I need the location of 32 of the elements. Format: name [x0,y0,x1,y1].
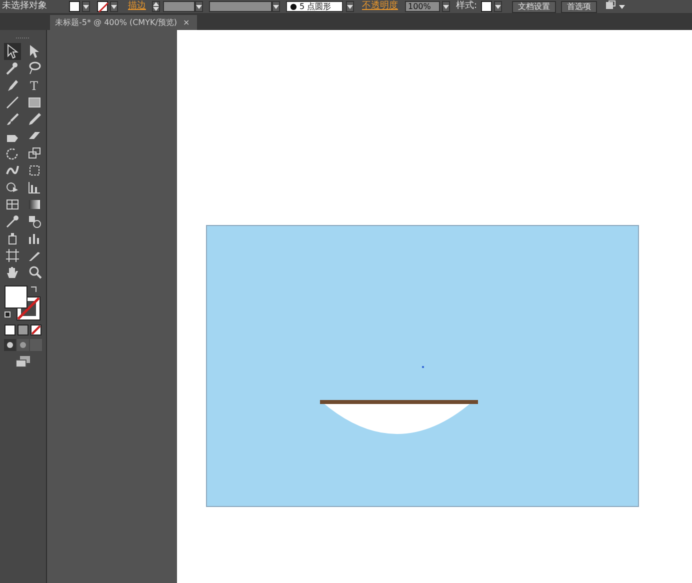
toolbar-button[interactable]: 文档设置 [512,0,556,12]
dropdown-button[interactable] [494,1,502,12]
dropdown-button[interactable] [442,1,450,12]
variable-width-field[interactable] [209,1,272,12]
dropdown-button[interactable] [195,1,203,12]
tab-title: 未标题-5* @ 400% (CMYK/预览) [55,16,178,28]
document-tab[interactable]: 未标题-5* @ 400% (CMYK/预览) × [50,15,197,30]
artboard-icon[interactable] [4,247,20,264]
bar-graph-icon[interactable] [26,179,42,196]
caret-icon[interactable] [619,4,626,8]
stroke-link[interactable]: 描边 [128,0,146,13]
type-tool-icon[interactable]: T [26,77,42,94]
fill-swatch[interactable] [69,1,80,12]
draw-mode-icon[interactable] [4,336,42,351]
magic-wand-icon[interactable] [4,60,20,77]
dropdown-button[interactable] [110,1,118,12]
eyedropper-icon[interactable] [4,213,20,230]
stroke-swatch[interactable] [97,1,108,12]
selection-status: 未选择对象 [2,0,47,13]
dropdown-button[interactable] [272,1,280,12]
grip-icon [16,36,30,40]
dropdown-button[interactable] [346,1,354,12]
style-label: 样式: [456,0,478,13]
dropdown-button[interactable] [82,1,90,12]
toolbar-button[interactable]: 首选项 [561,0,598,12]
close-button[interactable]: × [183,16,190,28]
opacity-link[interactable]: 不透明度 [362,0,398,13]
style-swatch[interactable] [481,1,492,12]
stroke-weight-field[interactable] [163,1,195,12]
brush-field[interactable]: ● 5 点圆形 [286,1,343,12]
spinner-button[interactable] [152,1,160,12]
opacity-field[interactable]: 100% [405,1,440,12]
